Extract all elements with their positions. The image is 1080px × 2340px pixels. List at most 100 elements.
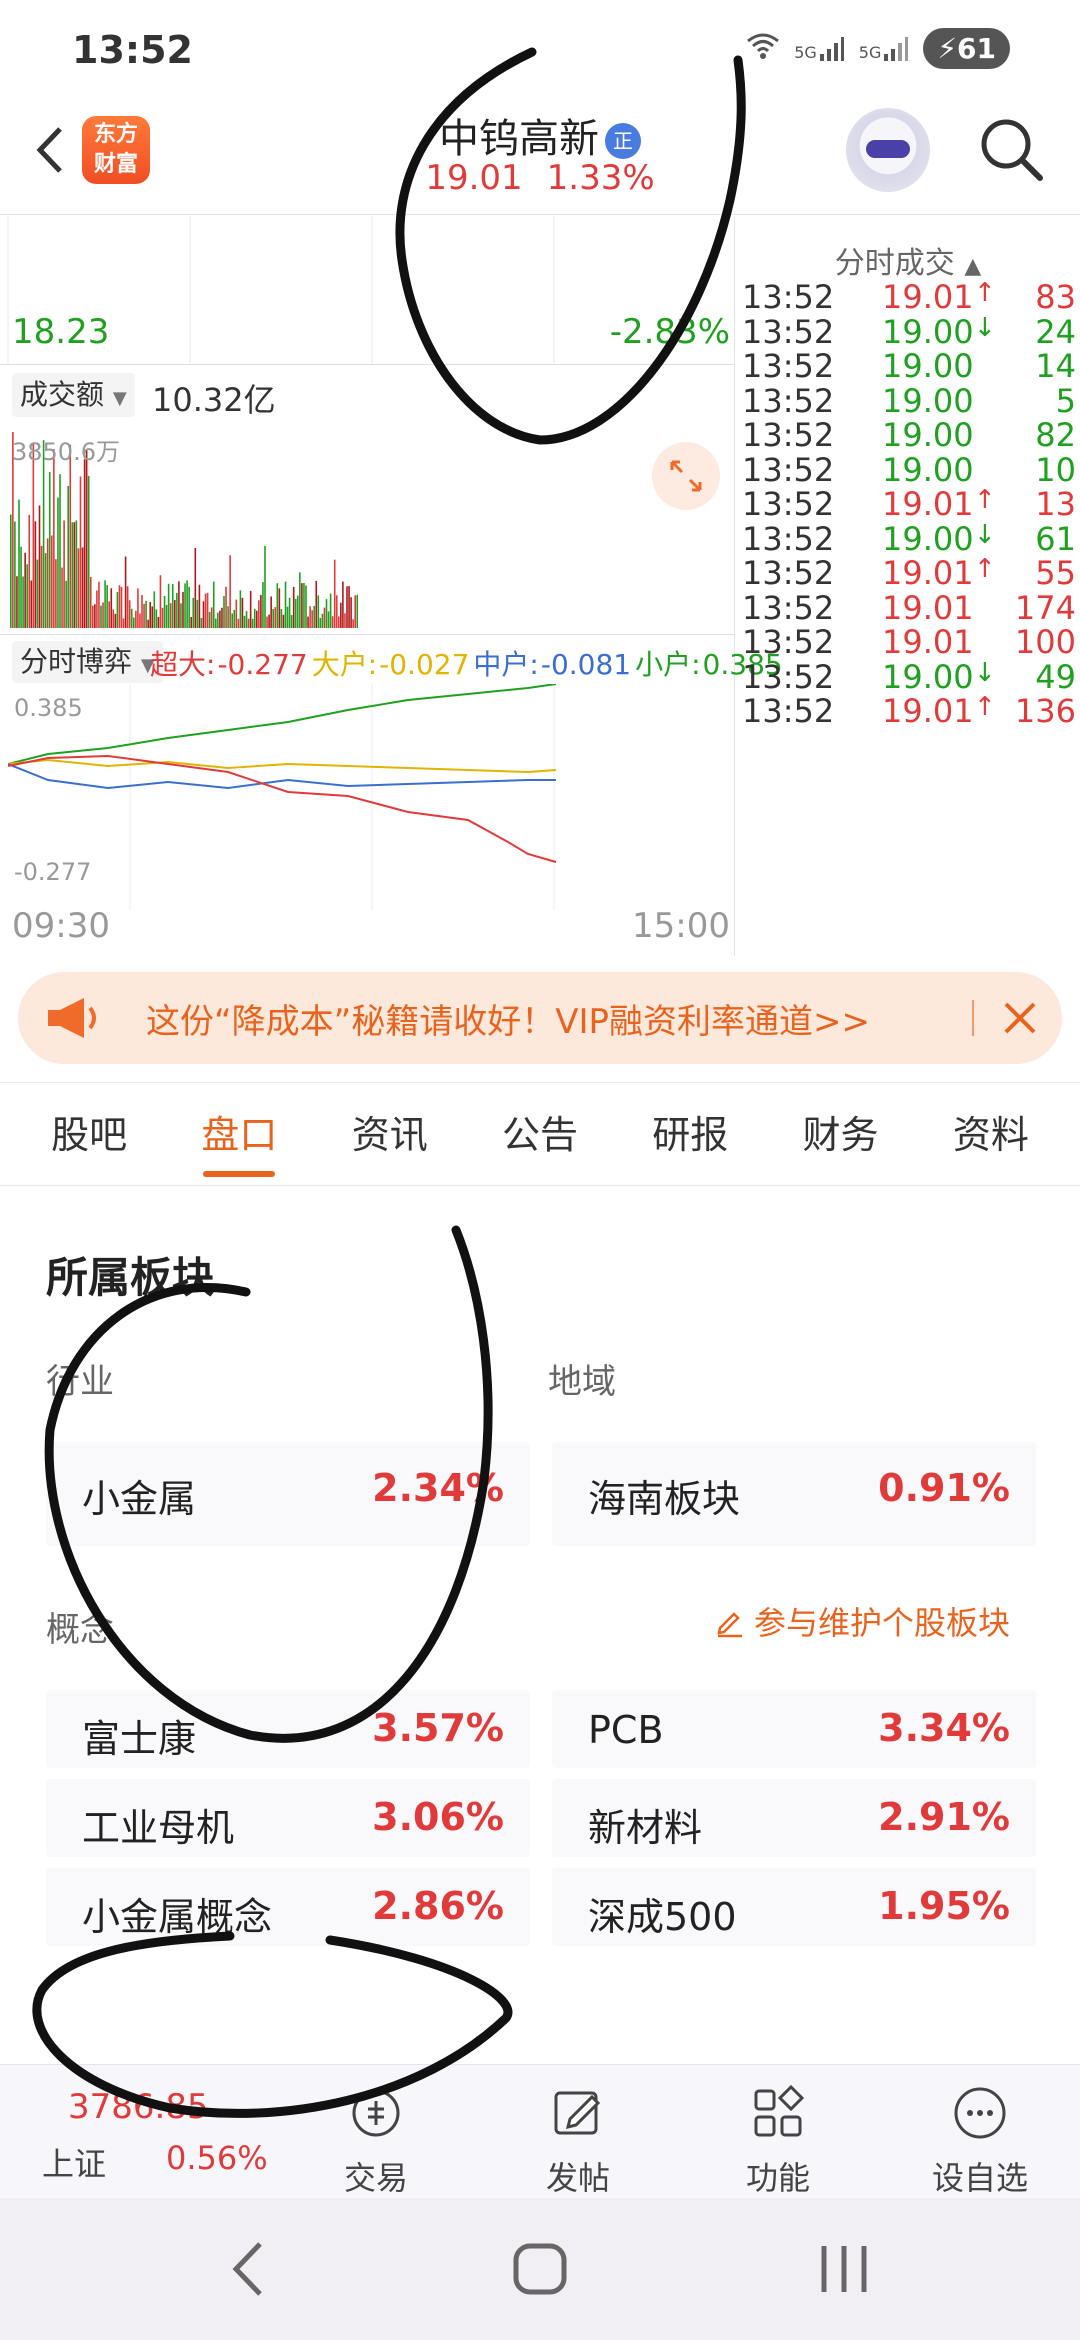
volume-bar xyxy=(100,605,102,628)
sector-name: 海南板块 xyxy=(588,1477,741,1521)
system-back-icon[interactable] xyxy=(210,2232,290,2306)
intraday-chart[interactable]: 18.23 -2.83% 成交额 ▼ 10.32亿 3850.6万 分时博弈 ▼… xyxy=(0,216,783,956)
volume-type-select[interactable]: 成交额 ▼ xyxy=(12,373,135,417)
nav-add-watchlist[interactable]: 设自选 xyxy=(910,2083,1050,2199)
volume-bar xyxy=(258,600,260,628)
concept-card[interactable]: 深成500 1.95% xyxy=(552,1868,1036,1946)
volume-bar xyxy=(46,538,49,628)
maintain-sectors-link[interactable]: 参与维护个股板块 xyxy=(714,1598,1010,1644)
fund-flow-legend-label: 超大: xyxy=(150,648,216,681)
tick-time: 13:52 xyxy=(742,519,835,558)
tab-1[interactable]: 盘口 xyxy=(189,1083,289,1185)
system-recents-icon[interactable] xyxy=(804,2232,884,2306)
volume-bar xyxy=(122,618,125,628)
nav-trade[interactable]: 交易 xyxy=(306,2083,446,2199)
tab-0[interactable]: 股吧 xyxy=(39,1083,139,1185)
search-button[interactable] xyxy=(976,114,1046,184)
tick-volume: 83 xyxy=(1035,278,1076,316)
volume-bar xyxy=(48,472,51,628)
volume-bar xyxy=(163,595,166,628)
tick-time: 13:52 xyxy=(742,588,835,627)
tick-price: 19.01 xyxy=(882,692,974,730)
tick-volume: 14 xyxy=(1035,347,1076,385)
volume-bar xyxy=(294,598,297,628)
triangle-down-icon: ▼ xyxy=(112,388,127,409)
concept-card[interactable]: 工业母机 3.06% xyxy=(46,1779,530,1857)
tab-6[interactable]: 资料 xyxy=(941,1083,1041,1185)
tab-3[interactable]: 公告 xyxy=(490,1083,590,1185)
volume-bar xyxy=(44,553,47,628)
index-pct: 0.56% xyxy=(166,2139,268,2177)
volume-bar xyxy=(20,546,22,628)
tick-volume: 10 xyxy=(1035,450,1076,489)
volume-bar xyxy=(151,606,154,628)
arrow-up-icon: ↑ xyxy=(974,554,996,584)
volume-bar xyxy=(276,583,279,628)
volume-bar xyxy=(120,586,123,628)
volume-bar xyxy=(59,474,61,628)
trade-ticks-header[interactable]: 分时成交 ▲ xyxy=(736,238,1080,282)
tick-price: 19.00 xyxy=(882,450,974,489)
volume-bar xyxy=(143,603,145,628)
volume-bar xyxy=(231,613,233,628)
tick-time: 13:52 xyxy=(742,381,835,420)
volume-bar xyxy=(167,583,170,628)
volume-bar xyxy=(40,545,43,628)
trade-ticks-panel[interactable]: 分时成交 ▲ 13:52 19.01 ↑ 83 13:52 19.00 ↓ 24 13:52 19… xyxy=(736,216,1080,956)
volume-bar xyxy=(299,572,301,628)
tab-4[interactable]: 研报 xyxy=(640,1083,740,1185)
volume-bar xyxy=(208,611,211,628)
sector-card-industry[interactable]: 小金属 2.34% xyxy=(46,1442,530,1546)
expand-chart-button[interactable] xyxy=(652,442,720,510)
sector-name: 工业母机 xyxy=(82,1806,235,1850)
network-type-label-2: 5G xyxy=(858,42,882,62)
volume-bar xyxy=(155,609,158,628)
stock-change-pct: 1.33% xyxy=(546,158,655,198)
fund-flow-select[interactable]: 分时博弈 ▼ xyxy=(12,641,163,683)
system-home-icon[interactable] xyxy=(500,2232,580,2306)
volume-bar xyxy=(28,514,31,628)
nav-label: 设自选 xyxy=(931,2159,1028,2197)
nav-post[interactable]: 发帖 xyxy=(508,2083,648,2199)
concept-card[interactable]: 小金属概念 2.86% xyxy=(46,1868,530,1946)
close-banner-button[interactable] xyxy=(990,986,1050,1050)
banner-divider xyxy=(972,1000,974,1036)
fund-flow-header: 分时博弈 ▼ 超大:-0.277 大户:-0.027 中户:-0.081 小户:0.3… xyxy=(0,634,783,684)
volume-bar xyxy=(116,592,119,628)
concept-card[interactable]: 富士康 3.57% xyxy=(46,1690,530,1768)
tick-volume: 24 xyxy=(1035,312,1076,351)
sector-card-region[interactable]: 海南板块 0.91% xyxy=(552,1442,1036,1546)
tick-volume: 82 xyxy=(1035,416,1076,454)
assistant-avatar[interactable] xyxy=(846,108,930,192)
tab-2[interactable]: 资讯 xyxy=(340,1083,440,1185)
volume-bar xyxy=(301,583,303,628)
tick-row: 13:52 19.01 ↑ 136 xyxy=(742,692,1078,742)
volume-bar xyxy=(233,609,236,628)
volume-bar xyxy=(32,442,35,628)
concept-card[interactable]: PCB 3.34% xyxy=(552,1690,1036,1768)
fund-flow-legend: 超大:-0.277 大户:-0.027 中户:-0.081 小户:0.385 xyxy=(150,643,787,683)
tick-volume: 174 xyxy=(1014,588,1076,627)
volume-bar xyxy=(77,548,80,628)
volume-bar xyxy=(260,594,262,628)
promo-banner[interactable]: 这份“降成本”秘籍请收好！VIP融资利率通道>> xyxy=(18,972,1062,1064)
volume-bar xyxy=(212,581,215,628)
sector-pct: 2.86% xyxy=(372,1884,504,1928)
volume-bar xyxy=(110,588,113,628)
volume-bar xyxy=(10,514,12,628)
fund-flow-legend-value: -0.027 xyxy=(379,648,470,681)
volume-bar xyxy=(36,559,39,628)
nav-functions[interactable]: 功能 xyxy=(708,2083,848,2199)
arrow-up-icon: ↑ xyxy=(974,485,996,515)
volume-bar xyxy=(18,499,20,628)
volume-bar xyxy=(92,605,94,628)
tab-5[interactable]: 财务 xyxy=(791,1083,891,1185)
volume-bar xyxy=(98,581,100,628)
fund-flow-legend-item: 大户:-0.027 xyxy=(312,648,472,681)
concept-card[interactable]: 新材料 2.91% xyxy=(552,1779,1036,1857)
tick-price: 19.01 xyxy=(882,588,974,627)
volume-bar xyxy=(57,497,59,628)
sector-pct: 3.57% xyxy=(372,1706,504,1750)
volume-bar xyxy=(192,597,195,628)
volume-type-label: 成交额 xyxy=(20,378,105,411)
